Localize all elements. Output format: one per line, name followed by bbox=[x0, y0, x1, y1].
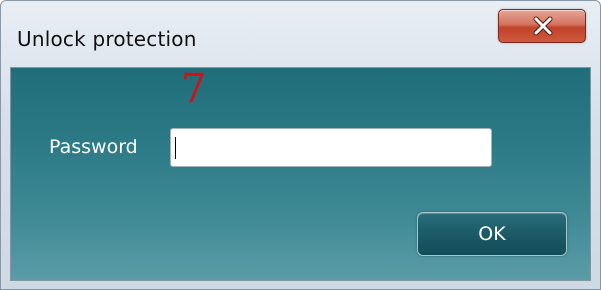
dialog-title: Unlock protection bbox=[17, 27, 197, 51]
unlock-protection-dialog: Unlock protection 7 Password OK bbox=[0, 0, 601, 290]
close-icon bbox=[533, 16, 553, 36]
ok-button[interactable]: OK bbox=[417, 212, 567, 256]
password-label: Password bbox=[49, 136, 138, 158]
annotation-number: 7 bbox=[181, 66, 207, 112]
title-bar[interactable]: Unlock protection bbox=[1, 1, 600, 65]
close-button[interactable] bbox=[498, 9, 586, 43]
password-input[interactable] bbox=[170, 128, 492, 167]
text-caret bbox=[175, 137, 176, 159]
